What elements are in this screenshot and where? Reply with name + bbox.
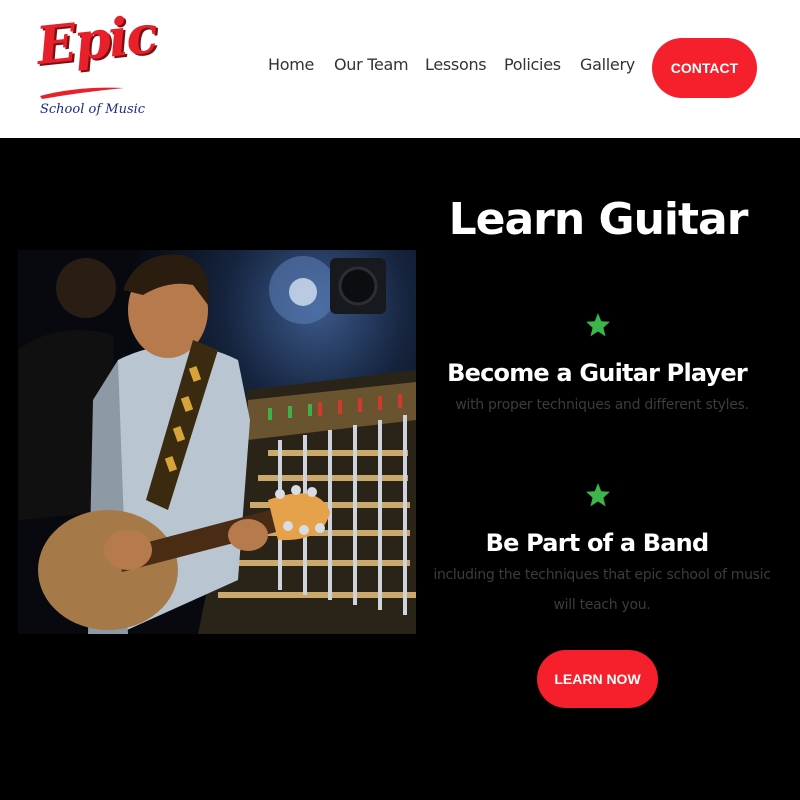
- feature-description: with proper techniques and different sty…: [455, 397, 749, 413]
- feature-title: Become a Guitar Player: [447, 359, 748, 387]
- nav-item-lessons[interactable]: Lessons: [425, 55, 487, 74]
- hero-section: Learn Guitar Become a Guitar Player with…: [0, 138, 800, 800]
- logo[interactable]: Epic School of Music: [34, 4, 159, 120]
- logo-swoosh-icon: [40, 87, 124, 99]
- logo-wordmark: Epic: [33, 3, 159, 77]
- nav-item-policies[interactable]: Policies: [504, 55, 561, 74]
- feature-description: including the techniques that epic schoo…: [433, 567, 771, 613]
- hero-title: Learn Guitar: [448, 194, 749, 245]
- contact-button[interactable]: CONTACT: [652, 38, 757, 98]
- learn-now-button[interactable]: LEARN NOW: [537, 650, 658, 708]
- site-header: Epic School of Music Home Our Team Lesso…: [0, 0, 800, 138]
- nav-item-our-team[interactable]: Our Team: [334, 55, 409, 74]
- star-icon: [586, 483, 610, 507]
- nav-item-gallery[interactable]: Gallery: [580, 55, 635, 74]
- nav-item-home[interactable]: Home: [268, 55, 314, 74]
- guitar-studio-photo: [18, 250, 416, 634]
- star-icon: [586, 313, 610, 337]
- logo-tagline: School of Music: [40, 102, 146, 117]
- feature-title: Be Part of a Band: [485, 529, 710, 557]
